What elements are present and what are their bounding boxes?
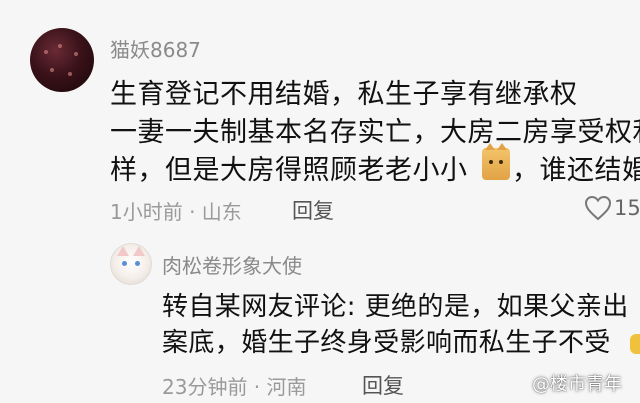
heart-icon[interactable] (584, 195, 612, 221)
comment-text-line-2: 一妻一夫制基本名存实亡，大房二房享受权利 (110, 117, 640, 148)
comment-text-line-1: 生育登记不用结婚，私生子享有继承权 (110, 79, 578, 110)
commenter-username[interactable]: 猫妖8687 (110, 34, 201, 63)
comment-reply-button[interactable]: 回复 (292, 195, 334, 225)
reply-text-line-2: 案底，婚生子终身受影响而私生子不受 (162, 328, 611, 358)
reply-meta: 23分钟前 · 河南 (162, 375, 307, 399)
cat-emoji-icon (482, 143, 510, 180)
reply-username[interactable]: 肉松卷形象大使 (162, 250, 302, 279)
reply-avatar[interactable] (110, 243, 152, 285)
emoji-icon (630, 334, 640, 354)
commenter-avatar[interactable] (30, 28, 94, 92)
like-count: 15 (614, 196, 640, 220)
comment-text-line-3b: ，谁还结婚 (512, 155, 640, 186)
comment-meta: 1小时前 · 山东 (110, 200, 242, 224)
comment-text-line-3: 样，但是大房得照顾老老小小 (110, 155, 468, 186)
reply-text-line-1: 转自某网友评论: 更绝的是，如果父亲出 (162, 292, 629, 322)
watermark: @楼市青年 (532, 374, 622, 395)
reply-reply-button[interactable]: 回复 (362, 370, 404, 400)
